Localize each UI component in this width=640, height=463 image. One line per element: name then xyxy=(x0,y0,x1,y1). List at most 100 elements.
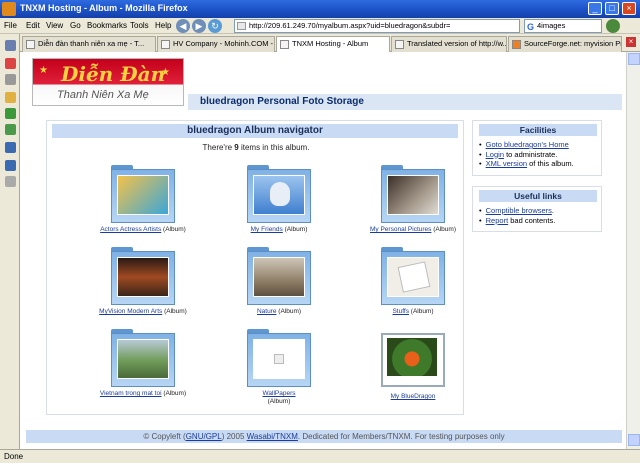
link-rest: bad contents. xyxy=(508,215,556,225)
footer-middle: ) 2005 xyxy=(221,432,247,441)
navigator-title: bluedragon Album navigator xyxy=(52,124,458,138)
history-icon[interactable] xyxy=(5,74,16,85)
download-icon[interactable] xyxy=(5,92,16,103)
scroll-down-icon[interactable] xyxy=(628,434,640,446)
bookmark-sidebar xyxy=(0,34,20,449)
home-link[interactable]: Goto bluedragon's Home xyxy=(486,140,569,149)
tab-sourceforge[interactable]: SourceForge.net: myvision Pr... xyxy=(508,36,622,52)
album-link[interactable]: Vietnam trong mat toi xyxy=(100,390,162,397)
album-link[interactable]: Nature xyxy=(257,308,277,315)
maximize-button[interactable]: □ xyxy=(605,2,619,15)
vertical-scrollbar[interactable] xyxy=(626,52,640,449)
list-item: Report bad contents. xyxy=(479,215,556,226)
tab-favicon-icon xyxy=(395,40,404,49)
page-title: bluedragon Personal Foto Storage xyxy=(200,96,364,107)
album-thumbnail xyxy=(253,257,305,297)
firefox-icon xyxy=(2,2,16,16)
page-favicon xyxy=(237,22,246,30)
menu-go[interactable]: Go xyxy=(70,21,81,30)
search-engine-icon[interactable]: G xyxy=(527,21,534,33)
star-icon[interactable] xyxy=(5,58,16,69)
close-tab-icon[interactable]: × xyxy=(626,37,636,47)
window-titlebar: TNXM Hosting - Album - Mozilla Firefox _… xyxy=(0,0,640,18)
addon-icon[interactable] xyxy=(5,108,16,119)
menu-file[interactable]: File xyxy=(4,21,17,30)
album-folder-icon[interactable] xyxy=(111,329,175,387)
list-item: XML version of this album. xyxy=(479,159,574,169)
useful-links-panel: Useful links Comptible browsers. Report … xyxy=(472,186,602,232)
album-thumbnail xyxy=(386,337,438,377)
close-button[interactable]: × xyxy=(622,2,636,15)
status-text: Done xyxy=(4,452,24,461)
tab-label: TNXM Hosting - Album xyxy=(292,39,369,48)
url-input[interactable]: http://209.61.249.70/myalbum.aspx?uid=bl… xyxy=(234,19,520,33)
sidebar-toggle-icon[interactable] xyxy=(5,40,16,51)
album-suffix: (Album) xyxy=(161,390,187,397)
menu-bookmarks[interactable]: Bookmarks xyxy=(87,21,127,30)
album-folder-icon[interactable] xyxy=(381,329,445,387)
album-suffix: (Album) xyxy=(267,398,291,405)
tab-translated[interactable]: Translated version of http://w... xyxy=(391,36,507,52)
album-folder-icon[interactable] xyxy=(111,247,175,305)
facilities-title: Facilities xyxy=(479,124,597,136)
dom-icon[interactable] xyxy=(5,160,16,171)
album-link[interactable]: My Personal Pictures xyxy=(370,226,431,233)
album-link[interactable]: WallPapers xyxy=(263,390,296,397)
album-folder-icon[interactable] xyxy=(247,165,311,223)
tab-dien-dan[interactable]: Diễn đàn thanh niên xa mẹ - T... xyxy=(22,36,156,52)
album-caption: My Friends (Album) xyxy=(229,226,329,234)
album-folder-icon[interactable] xyxy=(247,329,311,387)
login-link[interactable]: Login xyxy=(486,150,504,159)
tab-favicon-icon xyxy=(280,40,289,49)
useful-links-title: Useful links xyxy=(479,190,597,202)
item-count: There're 9 items in this album. xyxy=(47,143,465,152)
tab-hv-company[interactable]: HV Company - Mohinh.COM - ... xyxy=(157,36,275,52)
minimize-button[interactable]: _ xyxy=(588,2,602,15)
tab-label: HV Company - Mohinh.COM - ... xyxy=(173,39,275,48)
browsers-link[interactable]: Comptible browsers xyxy=(486,206,552,215)
album-folder-icon[interactable] xyxy=(111,165,175,223)
reload-icon[interactable]: ↻ xyxy=(208,19,222,33)
settings-icon[interactable] xyxy=(5,176,16,187)
album-link[interactable]: My Friends xyxy=(251,226,283,233)
author-link[interactable]: Wasabi/TNXM xyxy=(247,432,298,441)
back-icon[interactable]: ◀ xyxy=(176,19,190,33)
album-thumbnail xyxy=(117,339,169,379)
tab-label: SourceForge.net: myvision Pr... xyxy=(524,39,622,48)
menu-help[interactable]: Help xyxy=(155,21,171,30)
album-caption: Actors Actress Artists (Album) xyxy=(93,226,193,234)
search-text: 4images xyxy=(537,21,566,30)
album-suffix: (Album) xyxy=(162,308,187,315)
console-icon[interactable] xyxy=(5,142,16,153)
album-folder-icon[interactable] xyxy=(381,165,445,223)
album-thumbnail xyxy=(117,257,169,297)
menu-view[interactable]: View xyxy=(46,21,63,30)
album-link[interactable]: Actors Actress Artists xyxy=(100,226,161,233)
tab-favicon-icon xyxy=(512,40,521,49)
search-input[interactable]: G 4images xyxy=(524,19,602,33)
album-folder-icon[interactable] xyxy=(247,247,311,305)
album-link[interactable]: MyVision Modern Arts xyxy=(99,308,162,315)
album-link[interactable]: My BlueDragon xyxy=(391,393,436,400)
album-caption: MyVision Modern Arts (Album) xyxy=(93,308,193,316)
menu-tools[interactable]: Tools xyxy=(130,21,149,30)
link-rest: of this album. xyxy=(527,159,574,168)
report-link[interactable]: Report xyxy=(486,216,509,225)
scroll-up-icon[interactable] xyxy=(628,53,640,65)
xml-link[interactable]: XML version xyxy=(486,159,527,168)
forward-icon[interactable]: ▶ xyxy=(192,19,206,33)
tab-favicon-icon xyxy=(161,40,170,49)
album-folder-icon[interactable] xyxy=(381,247,445,305)
page-info-icon[interactable] xyxy=(5,124,16,135)
count-suffix: items in this album. xyxy=(238,143,310,152)
gpl-link[interactable]: GNU/GPL xyxy=(186,432,222,441)
menu-edit[interactable]: Edit xyxy=(26,21,40,30)
go-icon[interactable] xyxy=(606,19,620,33)
site-logo: ★ ★ Diễn Đàn Thanh Niên Xa Mẹ xyxy=(32,58,184,106)
album-link[interactable]: Stuffs xyxy=(392,308,409,315)
tab-tnxm-album[interactable]: TNXM Hosting - Album xyxy=(276,36,390,53)
star-icon: ★ xyxy=(39,65,48,76)
footer-prefix: © Copyleft ( xyxy=(143,432,186,441)
album-caption: Nature (Album) xyxy=(229,308,329,316)
useful-links-list: Comptible browsers. Report bad contents. xyxy=(479,206,556,226)
